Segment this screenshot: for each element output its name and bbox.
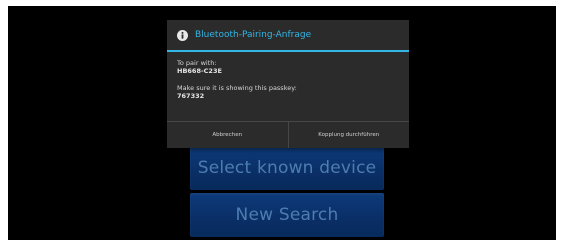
cancel-button[interactable]: Abbrechen (167, 122, 288, 148)
passkey-value: 767332 (177, 92, 205, 100)
dialog-actions: Abbrechen Kopplung durchführen (167, 122, 409, 148)
device-screen: Select known device New Search Bluetooth… (8, 6, 556, 240)
device-name: HB668-C23E (177, 67, 222, 75)
pair-button[interactable]: Kopplung durchführen (289, 122, 410, 148)
dialog-body: To pair with: HB668-C23E Make sure it is… (167, 52, 409, 121)
new-search-button[interactable]: New Search (190, 193, 384, 237)
select-known-device-button[interactable]: Select known device (190, 146, 384, 190)
pair-with-label: To pair with: (177, 59, 217, 67)
dialog-header: Bluetooth-Pairing-Anfrage (167, 20, 409, 50)
passkey-instruction: Make sure it is showing this passkey: (177, 84, 297, 92)
info-icon (177, 29, 188, 41)
dialog-title: Bluetooth-Pairing-Anfrage (195, 30, 312, 40)
bluetooth-pairing-dialog: Bluetooth-Pairing-Anfrage To pair with: … (167, 20, 409, 148)
